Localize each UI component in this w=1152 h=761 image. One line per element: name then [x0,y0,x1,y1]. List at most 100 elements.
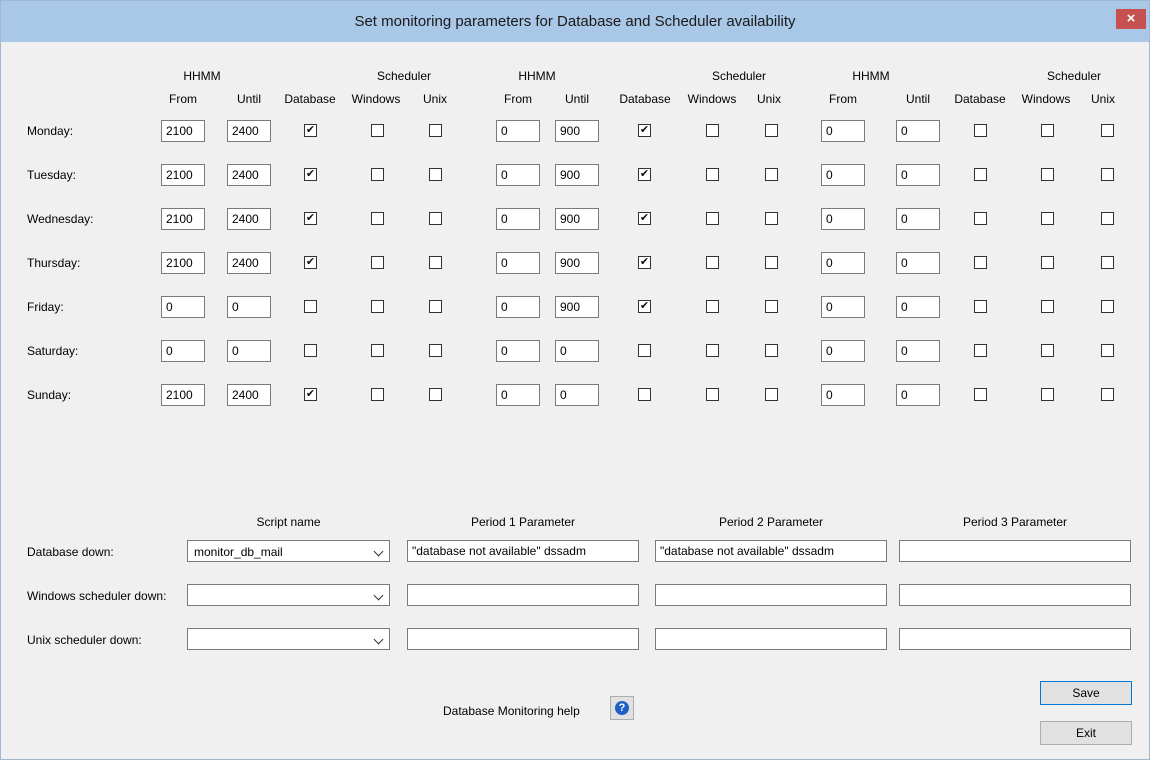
windows-checkbox[interactable] [371,212,384,225]
unix-checkbox[interactable] [1101,124,1114,137]
from-input[interactable]: 0 [821,208,865,230]
windows-checkbox[interactable] [1041,388,1054,401]
until-input[interactable]: 2400 [227,252,271,274]
until-input[interactable]: 0 [227,340,271,362]
from-input[interactable]: 2100 [161,164,205,186]
from-input[interactable]: 0 [161,340,205,362]
windows-checkbox[interactable] [371,124,384,137]
unix-checkbox[interactable] [429,124,442,137]
database-checkbox[interactable] [638,388,651,401]
from-input[interactable]: 0 [821,120,865,142]
until-input[interactable]: 0 [555,384,599,406]
from-input[interactable]: 0 [496,164,540,186]
from-input[interactable]: 0 [496,120,540,142]
database-checkbox[interactable]: ✔ [304,256,317,269]
windows-checkbox[interactable] [706,168,719,181]
database-checkbox[interactable]: ✔ [638,300,651,313]
until-input[interactable]: 2400 [227,208,271,230]
database-checkbox[interactable] [974,344,987,357]
until-input[interactable]: 900 [555,208,599,230]
windows-checkbox[interactable] [706,388,719,401]
unix-checkbox[interactable] [429,212,442,225]
until-input[interactable]: 900 [555,296,599,318]
windows-checkbox[interactable] [1041,124,1054,137]
windows-checkbox[interactable] [1041,212,1054,225]
script-dropdown[interactable] [187,628,390,650]
from-input[interactable]: 0 [496,208,540,230]
period3-parameter-input[interactable] [899,540,1131,562]
database-checkbox[interactable]: ✔ [638,124,651,137]
database-checkbox[interactable] [638,344,651,357]
windows-checkbox[interactable] [706,256,719,269]
period3-parameter-input[interactable] [899,584,1131,606]
database-checkbox[interactable] [974,212,987,225]
database-checkbox[interactable]: ✔ [304,388,317,401]
database-checkbox[interactable] [974,168,987,181]
help-button[interactable]: ? [610,696,634,720]
from-input[interactable]: 2100 [161,384,205,406]
script-dropdown[interactable] [187,584,390,606]
from-input[interactable]: 0 [496,252,540,274]
windows-checkbox[interactable] [371,168,384,181]
unix-checkbox[interactable] [765,212,778,225]
database-checkbox[interactable]: ✔ [304,168,317,181]
until-input[interactable]: 0 [896,252,940,274]
until-input[interactable]: 2400 [227,120,271,142]
database-checkbox[interactable]: ✔ [304,212,317,225]
from-input[interactable]: 2100 [161,120,205,142]
from-input[interactable]: 0 [821,164,865,186]
from-input[interactable]: 0 [821,340,865,362]
windows-checkbox[interactable] [706,212,719,225]
windows-checkbox[interactable] [1041,300,1054,313]
exit-button[interactable]: Exit [1040,721,1132,745]
windows-checkbox[interactable] [706,300,719,313]
windows-checkbox[interactable] [371,256,384,269]
unix-checkbox[interactable] [765,344,778,357]
from-input[interactable]: 0 [821,296,865,318]
until-input[interactable]: 900 [555,252,599,274]
period2-parameter-input[interactable] [655,584,887,606]
database-checkbox[interactable]: ✔ [638,168,651,181]
save-button[interactable]: Save [1040,681,1132,705]
database-checkbox[interactable] [974,256,987,269]
windows-checkbox[interactable] [371,388,384,401]
until-input[interactable]: 2400 [227,164,271,186]
until-input[interactable]: 2400 [227,384,271,406]
period1-parameter-input[interactable] [407,628,639,650]
windows-checkbox[interactable] [1041,256,1054,269]
unix-checkbox[interactable] [1101,168,1114,181]
from-input[interactable]: 0 [161,296,205,318]
unix-checkbox[interactable] [1101,388,1114,401]
from-input[interactable]: 0 [496,384,540,406]
until-input[interactable]: 0 [896,120,940,142]
windows-checkbox[interactable] [1041,344,1054,357]
database-checkbox[interactable]: ✔ [304,124,317,137]
until-input[interactable]: 0 [896,208,940,230]
period3-parameter-input[interactable] [899,628,1131,650]
unix-checkbox[interactable] [765,256,778,269]
from-input[interactable]: 2100 [161,208,205,230]
windows-checkbox[interactable] [371,300,384,313]
chevron-down-icon[interactable] [373,546,384,557]
database-checkbox[interactable] [304,300,317,313]
chevron-down-icon[interactable] [373,590,384,601]
windows-checkbox[interactable] [1041,168,1054,181]
period2-parameter-input[interactable]: "database not available" dssadm [655,540,887,562]
until-input[interactable]: 0 [896,164,940,186]
database-checkbox[interactable]: ✔ [638,212,651,225]
windows-checkbox[interactable] [371,344,384,357]
unix-checkbox[interactable] [1101,256,1114,269]
period1-parameter-input[interactable] [407,584,639,606]
unix-checkbox[interactable] [765,168,778,181]
until-input[interactable]: 900 [555,164,599,186]
unix-checkbox[interactable] [429,300,442,313]
period2-parameter-input[interactable] [655,628,887,650]
from-input[interactable]: 0 [496,340,540,362]
unix-checkbox[interactable] [765,124,778,137]
database-checkbox[interactable] [974,300,987,313]
until-input[interactable]: 0 [896,384,940,406]
unix-checkbox[interactable] [429,168,442,181]
period1-parameter-input[interactable]: "database not available" dssadm [407,540,639,562]
until-input[interactable]: 0 [227,296,271,318]
close-button[interactable]: × [1116,9,1146,29]
